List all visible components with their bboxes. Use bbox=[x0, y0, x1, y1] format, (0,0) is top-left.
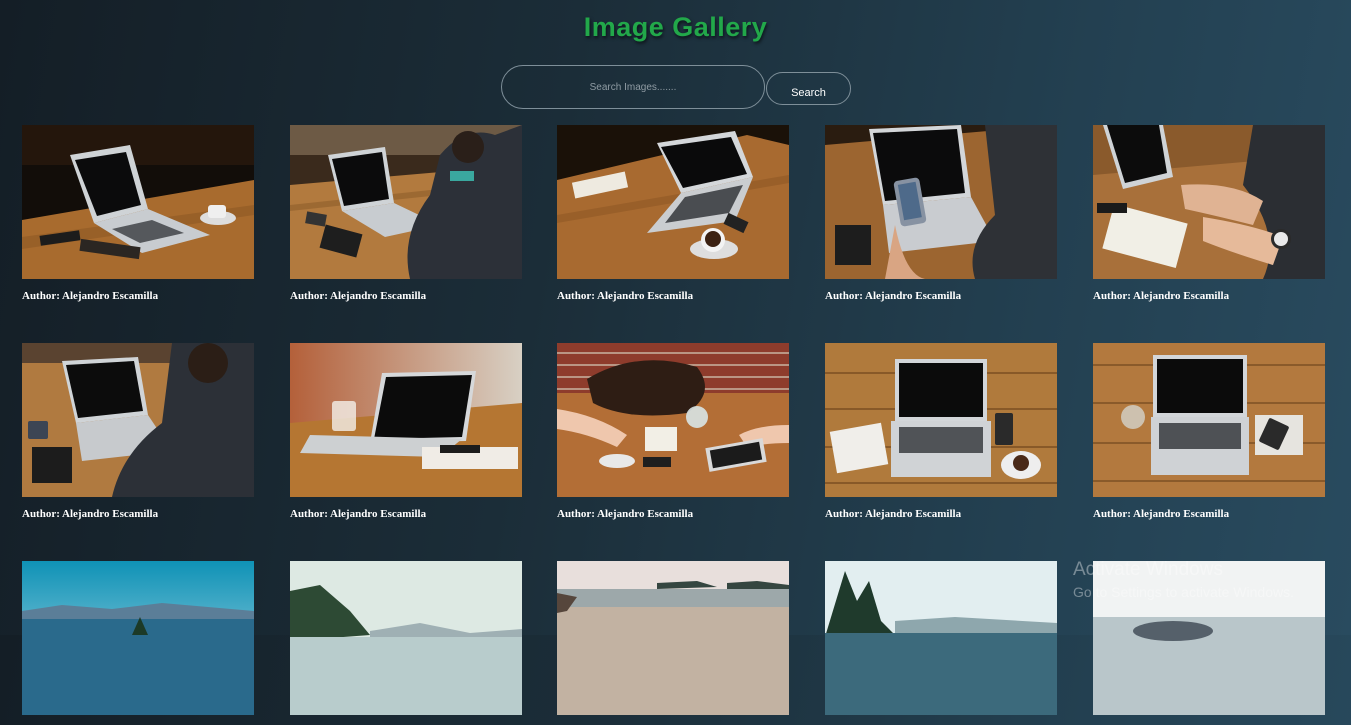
gallery-card[interactable]: Author: Alejandro Escamilla bbox=[557, 343, 789, 521]
author-label: Author: Alejandro Escamilla bbox=[825, 290, 962, 302]
gallery-card[interactable]: Author: Alejandro Escamilla bbox=[1093, 125, 1325, 303]
gallery-image[interactable] bbox=[22, 561, 254, 715]
gallery-card[interactable]: Author: Alejandro Escamilla bbox=[825, 343, 1057, 521]
gallery-card[interactable] bbox=[290, 561, 522, 725]
author-label: Author: Alejandro Escamilla bbox=[22, 508, 159, 520]
gallery-image[interactable] bbox=[557, 125, 789, 279]
gallery-image[interactable] bbox=[557, 561, 789, 715]
author-label: Author: Alejandro Escamilla bbox=[825, 508, 962, 520]
page-title: Image Gallery bbox=[583, 12, 768, 42]
gallery-image[interactable] bbox=[22, 125, 254, 279]
search-input[interactable] bbox=[501, 65, 765, 109]
watermark-title: Activate Windows bbox=[1073, 559, 1223, 580]
gallery-image[interactable] bbox=[1093, 343, 1325, 497]
gallery-image[interactable] bbox=[825, 125, 1057, 279]
gallery-card[interactable] bbox=[22, 561, 254, 725]
author-label: Author: Alejandro Escamilla bbox=[22, 290, 159, 302]
gallery-card[interactable]: Author: Alejandro Escamilla bbox=[290, 343, 522, 521]
gallery-image[interactable] bbox=[825, 343, 1057, 497]
gallery-image[interactable] bbox=[557, 343, 789, 497]
gallery-card[interactable]: Author: Alejandro Escamilla bbox=[825, 125, 1057, 303]
author-label: Author: Alejandro Escamilla bbox=[557, 290, 694, 302]
author-label: Author: Alejandro Escamilla bbox=[557, 508, 694, 520]
gallery-card[interactable]: Author: Alejandro Escamilla bbox=[22, 343, 254, 521]
gallery-card[interactable] bbox=[825, 561, 1057, 725]
author-label: Author: Alejandro Escamilla bbox=[1093, 290, 1230, 302]
gallery-card[interactable]: Author: Alejandro Escamilla bbox=[557, 125, 789, 303]
gallery-image[interactable] bbox=[290, 561, 522, 715]
gallery-image[interactable] bbox=[1093, 125, 1325, 279]
search-button[interactable]: Search bbox=[766, 72, 851, 105]
author-label: Author: Alejandro Escamilla bbox=[1093, 508, 1230, 520]
gallery-image[interactable] bbox=[290, 125, 522, 279]
author-label: Author: Alejandro Escamilla bbox=[290, 508, 427, 520]
gallery-image[interactable] bbox=[22, 343, 254, 497]
activate-windows-watermark: Activate Windows Go to Settings to activ… bbox=[1073, 558, 1294, 602]
gallery-image[interactable] bbox=[290, 343, 522, 497]
gallery-image[interactable] bbox=[825, 561, 1057, 715]
gallery-card[interactable]: Author: Alejandro Escamilla bbox=[1093, 343, 1325, 521]
author-label: Author: Alejandro Escamilla bbox=[290, 290, 427, 302]
gallery-card[interactable]: Author: Alejandro Escamilla bbox=[290, 125, 522, 303]
watermark-subtitle: Go to Settings to activate Windows. bbox=[1073, 584, 1294, 600]
gallery-card[interactable] bbox=[557, 561, 789, 725]
gallery-card[interactable]: Author: Alejandro Escamilla bbox=[22, 125, 254, 303]
